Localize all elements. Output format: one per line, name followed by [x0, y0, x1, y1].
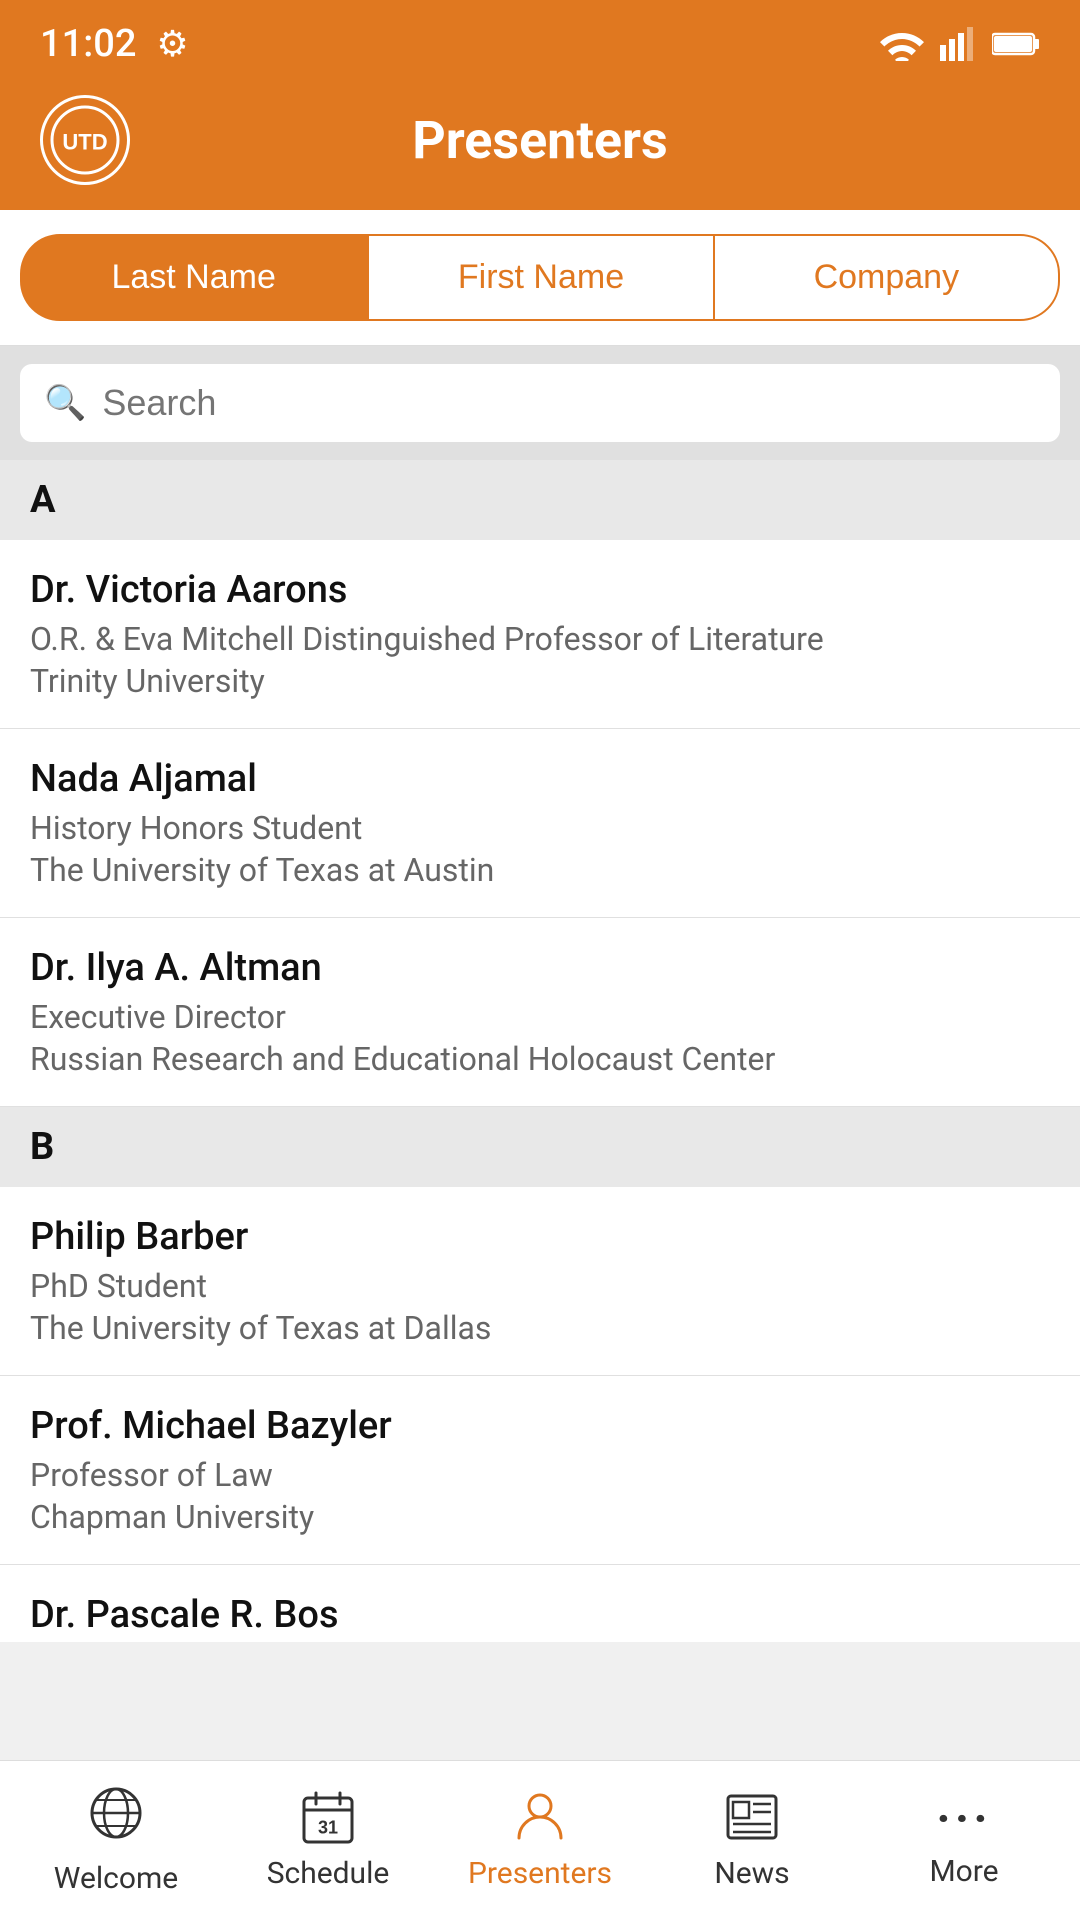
globe-icon [89, 1786, 143, 1853]
search-container: 🔍 [0, 346, 1080, 460]
news-icon [725, 1790, 779, 1848]
presenter-name: Dr. Ilya A. Altman [30, 946, 1050, 990]
nav-presenters-label: Presenters [468, 1856, 612, 1891]
search-icon: 🔍 [44, 383, 86, 423]
nav-news[interactable]: News [646, 1790, 858, 1891]
sort-tab-company[interactable]: Company [713, 234, 1060, 321]
status-bar: 11:02 ⚙ [0, 0, 1080, 80]
presenter-name: Philip Barber [30, 1215, 1050, 1259]
wifi-icon [880, 27, 924, 61]
nav-presenters[interactable]: Presenters [434, 1790, 646, 1891]
nav-news-label: News [714, 1856, 789, 1891]
presenter-org: The University of Texas at Austin [30, 851, 1050, 889]
settings-icon: ⚙ [156, 23, 188, 65]
nav-more[interactable]: ··· More [858, 1792, 1070, 1889]
page-title: Presenters [412, 110, 668, 171]
section-header-a: A [0, 460, 1080, 540]
presenter-title: Professor of Law [30, 1456, 1050, 1494]
list-item[interactable]: Prof. Michael Bazyler Professor of Law C… [0, 1376, 1080, 1565]
battery-icon [992, 31, 1040, 57]
status-icons [880, 27, 1040, 61]
list-item[interactable]: Dr. Pascale R. Bos Associate Professor o… [0, 1565, 1080, 1642]
list-item[interactable]: Dr. Victoria Aarons O.R. & Eva Mitchell … [0, 540, 1080, 729]
presenter-title: Executive Director [30, 998, 1050, 1036]
svg-text:UTD: UTD [62, 129, 107, 154]
presenter-org: Chapman University [30, 1498, 1050, 1536]
presenter-title: O.R. & Eva Mitchell Distinguished Profes… [30, 620, 1050, 658]
list-item[interactable]: Dr. Ilya A. Altman Executive Director Ru… [0, 918, 1080, 1107]
app-logo: UTD [40, 95, 130, 185]
nav-schedule-label: Schedule [267, 1856, 390, 1891]
presenter-org: Trinity University [30, 662, 1050, 700]
calendar-icon: 31 [301, 1790, 355, 1848]
presenter-name: Nada Aljamal [30, 757, 1050, 801]
nav-schedule[interactable]: 31 Schedule [222, 1790, 434, 1891]
presenter-name: Prof. Michael Bazyler [30, 1404, 1050, 1448]
nav-welcome[interactable]: Welcome [10, 1786, 222, 1896]
sort-tab-lastname[interactable]: Last Name [20, 234, 367, 321]
search-input[interactable] [102, 382, 1036, 424]
sort-tab-firstname[interactable]: First Name [367, 234, 712, 321]
presenter-org: The University of Texas at Dallas [30, 1309, 1050, 1347]
presenter-org: Russian Research and Educational Holocau… [30, 1040, 1050, 1078]
presenter-title: History Honors Student [30, 809, 1050, 847]
status-time: 11:02 [40, 22, 136, 66]
presenter-title: PhD Student [30, 1267, 1050, 1305]
header: UTD Presenters [0, 80, 1080, 210]
presenter-name: Dr. Pascale R. Bos [30, 1593, 1050, 1637]
section-header-b: B [0, 1107, 1080, 1187]
list-item[interactable]: Philip Barber PhD Student The University… [0, 1187, 1080, 1376]
signal-icon [940, 27, 976, 61]
more-icon: ··· [936, 1792, 991, 1846]
list-item[interactable]: Nada Aljamal History Honors Student The … [0, 729, 1080, 918]
nav-more-label: More [929, 1854, 998, 1889]
nav-welcome-label: Welcome [54, 1861, 178, 1896]
svg-text:31: 31 [318, 1818, 338, 1838]
bottom-nav: Welcome 31 Schedule Presenters [0, 1760, 1080, 1920]
presenters-list: A Dr. Victoria Aarons O.R. & Eva Mitchel… [0, 460, 1080, 1642]
search-wrapper: 🔍 [20, 364, 1060, 442]
presenter-name: Dr. Victoria Aarons [30, 568, 1050, 612]
person-icon [513, 1790, 567, 1848]
sort-tabs: Last Name First Name Company [0, 210, 1080, 346]
